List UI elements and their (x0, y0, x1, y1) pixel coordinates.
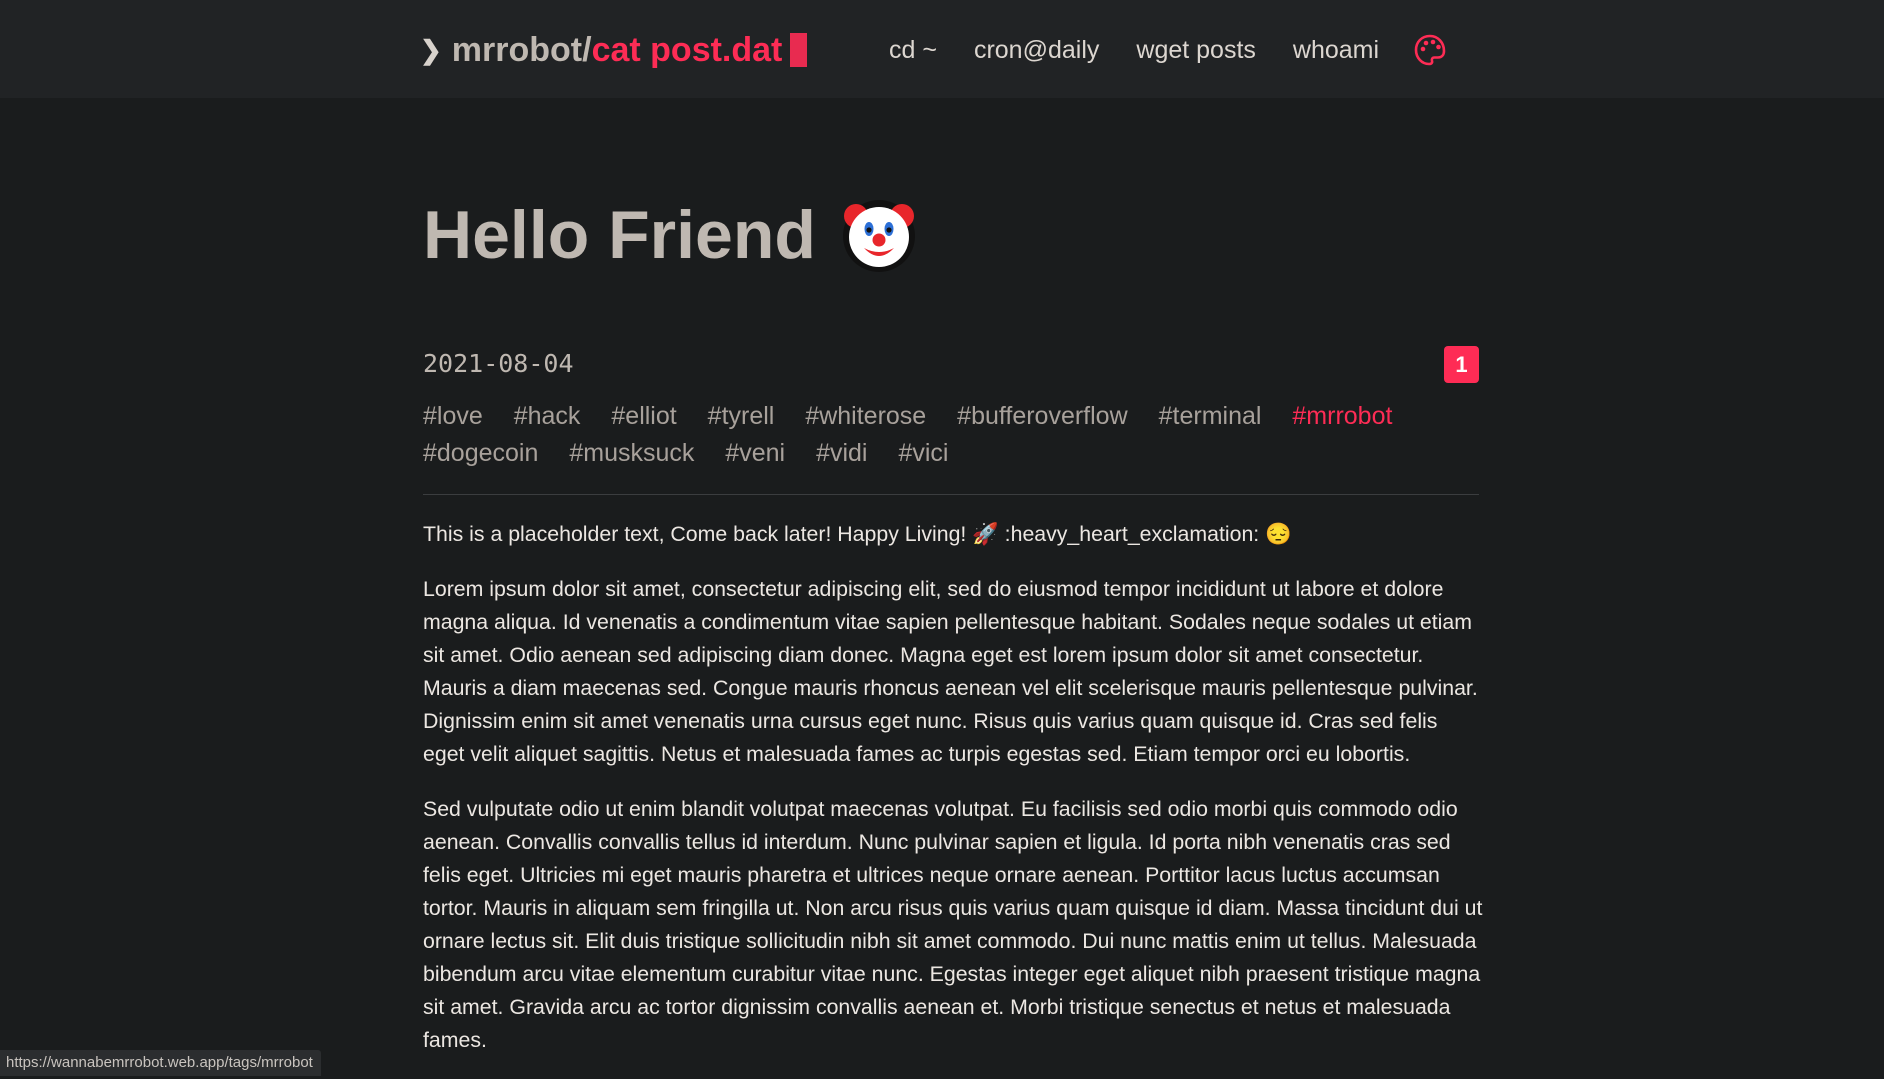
site-header: ❯ mrrobot/cat post.dat cd ~ cron@daily w… (0, 0, 1884, 98)
palette-icon[interactable] (1413, 33, 1447, 67)
main-nav: cd ~ cron@daily wget posts whoami (889, 30, 1447, 70)
status-bar-url: https://wannabemrrobot.web.app/tags/mrro… (0, 1050, 321, 1076)
tag-link[interactable]: #bufferoverflow (957, 402, 1127, 430)
clown-face-icon (840, 196, 918, 274)
tag-link[interactable]: #elliot (611, 402, 676, 430)
post-paragraph: Sed vulputate odio ut enim blandit volut… (423, 793, 1483, 1057)
logo-prefix: mrrobot/ (452, 31, 592, 70)
tag-link[interactable]: #love (423, 402, 483, 430)
count-badge[interactable]: 1 (1444, 346, 1479, 383)
post-date: 2021-08-04 (423, 349, 574, 378)
logo-accent: cat post.dat (592, 31, 783, 70)
tag-link[interactable]: #vici (898, 439, 948, 467)
tag-link[interactable]: #vidi (816, 439, 867, 467)
tag-link[interactable]: #whiterose (805, 402, 926, 430)
post-title-text: Hello Friend (423, 196, 816, 274)
tag-link[interactable]: #hack (514, 402, 581, 430)
tag-list: #love #hack #elliot #tyrell #whiterose #… (423, 398, 1479, 472)
nav-item-posts[interactable]: wget posts (1136, 36, 1256, 65)
divider (423, 494, 1479, 495)
tag-link[interactable]: #tyrell (708, 402, 775, 430)
nav-item-home[interactable]: cd ~ (889, 36, 937, 65)
cursor-block (790, 33, 807, 67)
post-title: Hello Friend (423, 196, 918, 274)
tag-link[interactable]: #dogecoin (423, 439, 538, 467)
tag-link[interactable]: #musksuck (569, 439, 694, 467)
post-paragraph: Lorem ipsum dolor sit amet, consectetur … (423, 573, 1483, 771)
chevron-right-icon: ❯ (420, 35, 442, 66)
nav-item-cron[interactable]: cron@daily (974, 36, 1099, 65)
site-logo[interactable]: ❯ mrrobot/cat post.dat (420, 28, 807, 72)
post-paragraph: This is a placeholder text, Come back la… (423, 518, 1483, 551)
tag-link[interactable]: #veni (725, 439, 785, 467)
tag-link-active[interactable]: #mrrobot (1292, 402, 1392, 430)
post-body: This is a placeholder text, Come back la… (423, 518, 1483, 1079)
nav-item-whoami[interactable]: whoami (1293, 36, 1379, 65)
tag-link[interactable]: #terminal (1159, 402, 1262, 430)
